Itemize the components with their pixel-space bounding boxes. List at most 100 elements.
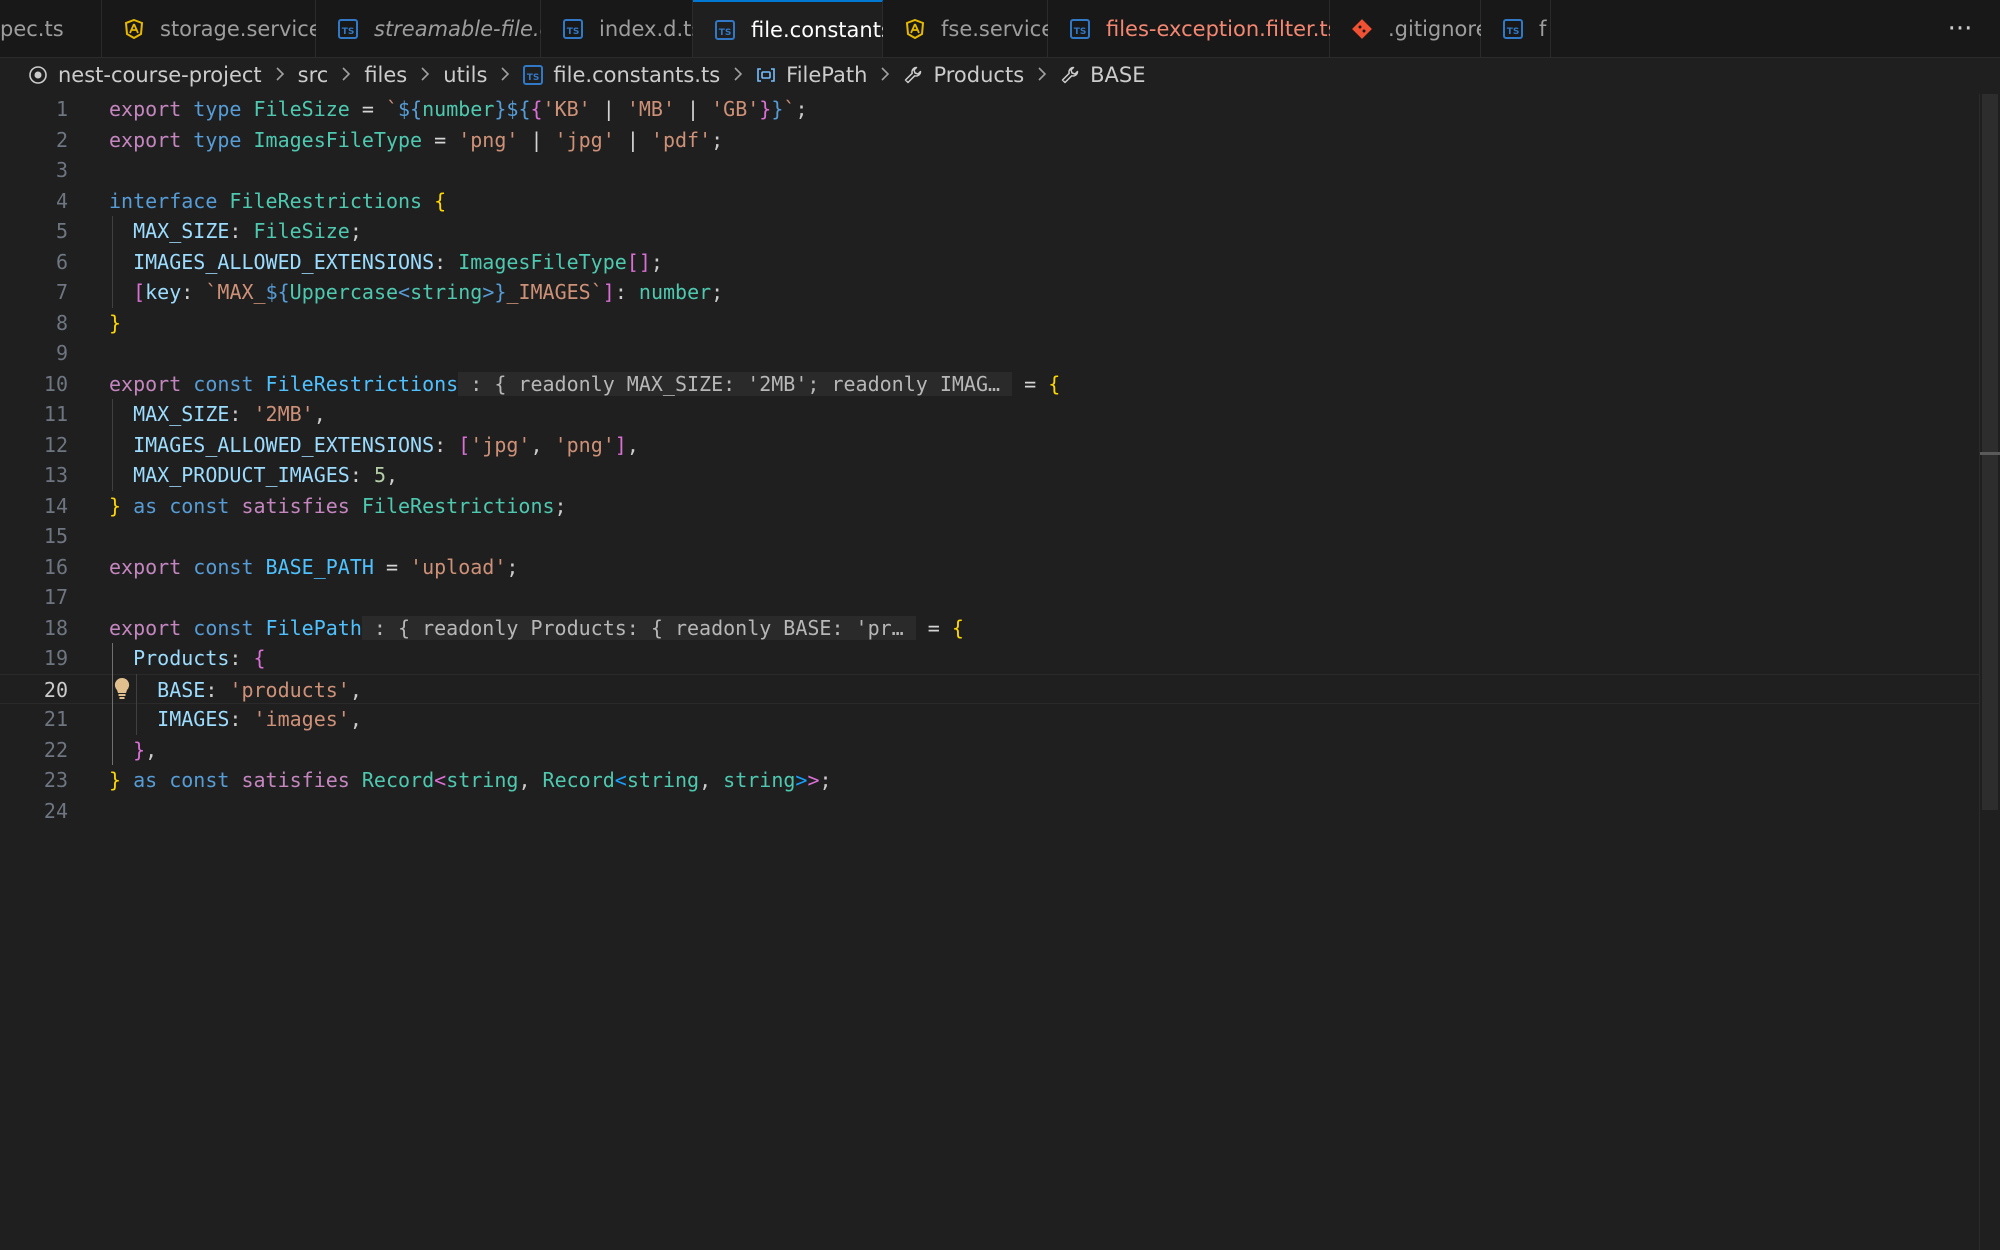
code-token: }: [109, 768, 122, 792]
tab-storage-service-ts[interactable]: storage.service.ts: [102, 0, 348, 57]
chevron-right-icon: [499, 63, 511, 87]
code-line[interactable]: 16 export const BASE_PATH = 'upload';: [0, 552, 2000, 583]
code-line[interactable]: 8}: [0, 308, 2000, 339]
code-token: {: [434, 188, 447, 213]
breadcrumb-item-files[interactable]: files: [364, 63, 407, 87]
tab-bar: pec.ts storage.service.ts TS streamable-fil…: [0, 0, 2000, 58]
code-line[interactable]: 11 MAX_SIZE: '2MB',: [0, 399, 2000, 430]
code-line[interactable]: 5 MAX_SIZE: FileSize;: [0, 216, 2000, 247]
code-line[interactable]: 14} as const satisfies FileRestrictions;: [0, 491, 2000, 522]
tab-file-constants-ts[interactable]: TSfile.constants.ts✕: [693, 0, 952, 57]
vertical-scrollbar[interactable]: [1979, 94, 2000, 1250]
tab-index-d-ts[interactable]: TS index.d.ts: [541, 0, 702, 57]
code-line[interactable]: 23} as const satisfies Record<string, Re…: [0, 765, 2000, 796]
git-icon: [1352, 18, 1372, 39]
code-token: MAX_PRODUCT_IMAGES: [133, 463, 350, 487]
tab-f[interactable]: TS f: [1481, 0, 1551, 57]
line-number: 18: [43, 615, 68, 640]
code-token: 5: [373, 463, 386, 487]
code-token: :: [434, 432, 459, 457]
code-line[interactable]: 20 BASE: 'products',: [0, 673, 2000, 706]
line-number: 5: [55, 219, 68, 243]
more-actions-icon[interactable]: ···: [1920, 0, 2000, 57]
code-line[interactable]: 2 export type ImagesFileType = 'png' | 'j…: [0, 125, 2000, 156]
breadcrumb-item-filepath[interactable]: FilePath: [756, 63, 867, 87]
breadcrumb-item-file-constants-ts[interactable]: TS file.constants.ts: [523, 63, 720, 87]
code-line[interactable]: 4 interface FileRestrictions {: [0, 186, 2000, 217]
code-token: >: [807, 768, 820, 792]
code-text: BASE: 'products',: [109, 675, 362, 706]
tab-fse-service-ts[interactable]: fse.service.ts: [883, 0, 1080, 57]
code-line[interactable]: 24: [0, 796, 2000, 827]
code-token: FilePath: [265, 615, 362, 640]
code-token: as: [121, 493, 170, 518]
code-line[interactable]: 12 IMAGES_ALLOWED_EXTENSIONS: ['jpg', 'p…: [0, 430, 2000, 461]
code-token: [: [458, 432, 471, 457]
chevron-right-icon: [419, 63, 431, 87]
code-line[interactable]: 3: [0, 155, 2000, 186]
code-line[interactable]: 17: [0, 582, 2000, 613]
code-token: }${: [494, 97, 531, 121]
code-token: }: [109, 493, 122, 518]
breadcrumb-item-utils[interactable]: utils: [443, 63, 487, 87]
line-number: 24: [43, 798, 68, 823]
code-token: ,: [385, 463, 399, 487]
line-number: 20: [43, 677, 68, 702]
line-number: 11: [43, 402, 68, 426]
code-token: const: [193, 615, 266, 640]
code-text: [key: `MAX_${Uppercase<string>}_IMAGES`]…: [109, 277, 723, 308]
code-token: ,: [626, 432, 639, 457]
breadcrumb-item-src[interactable]: src: [298, 63, 329, 87]
breadcrumb-label: Products: [933, 63, 1025, 87]
line-number: 16: [43, 554, 68, 579]
indent-guide: [112, 643, 113, 765]
code-text: IMAGES: 'images',: [109, 704, 362, 735]
svg-text:TS: TS: [527, 73, 540, 83]
tab-files-exception-filter-ts[interactable]: TSfiles-exception.filter.ts3, U: [1048, 0, 1391, 57]
code-line[interactable]: 22 },: [0, 735, 2000, 766]
code-line[interactable]: 6 IMAGES_ALLOWED_EXTENSIONS: ImagesFileT…: [0, 247, 2000, 278]
code-line[interactable]: 21 IMAGES: 'images',: [0, 704, 2000, 735]
code-token: :: [181, 280, 206, 304]
code-token: {: [1048, 371, 1061, 396]
lightbulb-icon[interactable]: [112, 677, 132, 701]
code-editor[interactable]: 1 export type FileSize = `${number}${{'KB…: [0, 94, 2000, 1250]
code-line[interactable]: 18 export const FilePath : { readonly Pro…: [0, 613, 2000, 644]
line-number: 15: [43, 524, 68, 548]
code-line[interactable]: 9: [0, 338, 2000, 369]
typescript-icon: TS: [1503, 18, 1523, 39]
line-number: 17: [43, 585, 68, 609]
breadcrumb-item-products[interactable]: Products: [903, 63, 1024, 87]
tab-pec-ts[interactable]: pec.ts: [0, 0, 102, 57]
code-line[interactable]: 15: [0, 521, 2000, 552]
code-token: :: [229, 646, 254, 670]
code-token: `: [385, 97, 399, 121]
code-token: =: [422, 127, 459, 152]
code-line[interactable]: 19 Products: {: [0, 643, 2000, 674]
code-token: `MAX_: [205, 280, 266, 304]
inlay-type-hint: : { readonly Products: { readonly BASE: …: [361, 615, 916, 640]
chevron-right-icon: [732, 63, 744, 87]
breadcrumb-item-base[interactable]: BASE: [1060, 63, 1146, 87]
code-line[interactable]: 1 export type FileSize = `${number}${{'KB…: [0, 94, 2000, 125]
line-number: 7: [55, 280, 68, 304]
tab-gitignore[interactable]: .gitignore: [1330, 0, 1489, 57]
wrench-icon: [903, 65, 923, 85]
code-text: }: [109, 308, 121, 339]
breadcrumb-item-nest-course-project[interactable]: nest-course-project: [28, 63, 262, 87]
code-line[interactable]: 13 MAX_PRODUCT_IMAGES: 5,: [0, 460, 2000, 491]
code-token: export: [109, 615, 194, 640]
code-token: string: [410, 280, 483, 304]
code-token: key: [145, 280, 182, 304]
line-number: 22: [43, 737, 68, 762]
line-number: 9: [55, 341, 68, 365]
code-token: ,: [349, 677, 362, 702]
tab-streamable-file-d-ts[interactable]: TS streamable-file.d.ts: [316, 0, 579, 57]
code-line[interactable]: 10 export const FileRestrictions : { read…: [0, 369, 2000, 400]
typescript-icon: TS: [563, 18, 583, 39]
breadcrumb-label: FilePath: [786, 63, 868, 87]
code-text: } as const satisfies Record<string, Reco…: [109, 765, 832, 796]
code-line[interactable]: 7 [key: `MAX_${Uppercase<string>}_IMAGES…: [0, 277, 2000, 308]
code-token: ImagesFileType: [458, 249, 627, 274]
code-token: number: [422, 97, 495, 121]
